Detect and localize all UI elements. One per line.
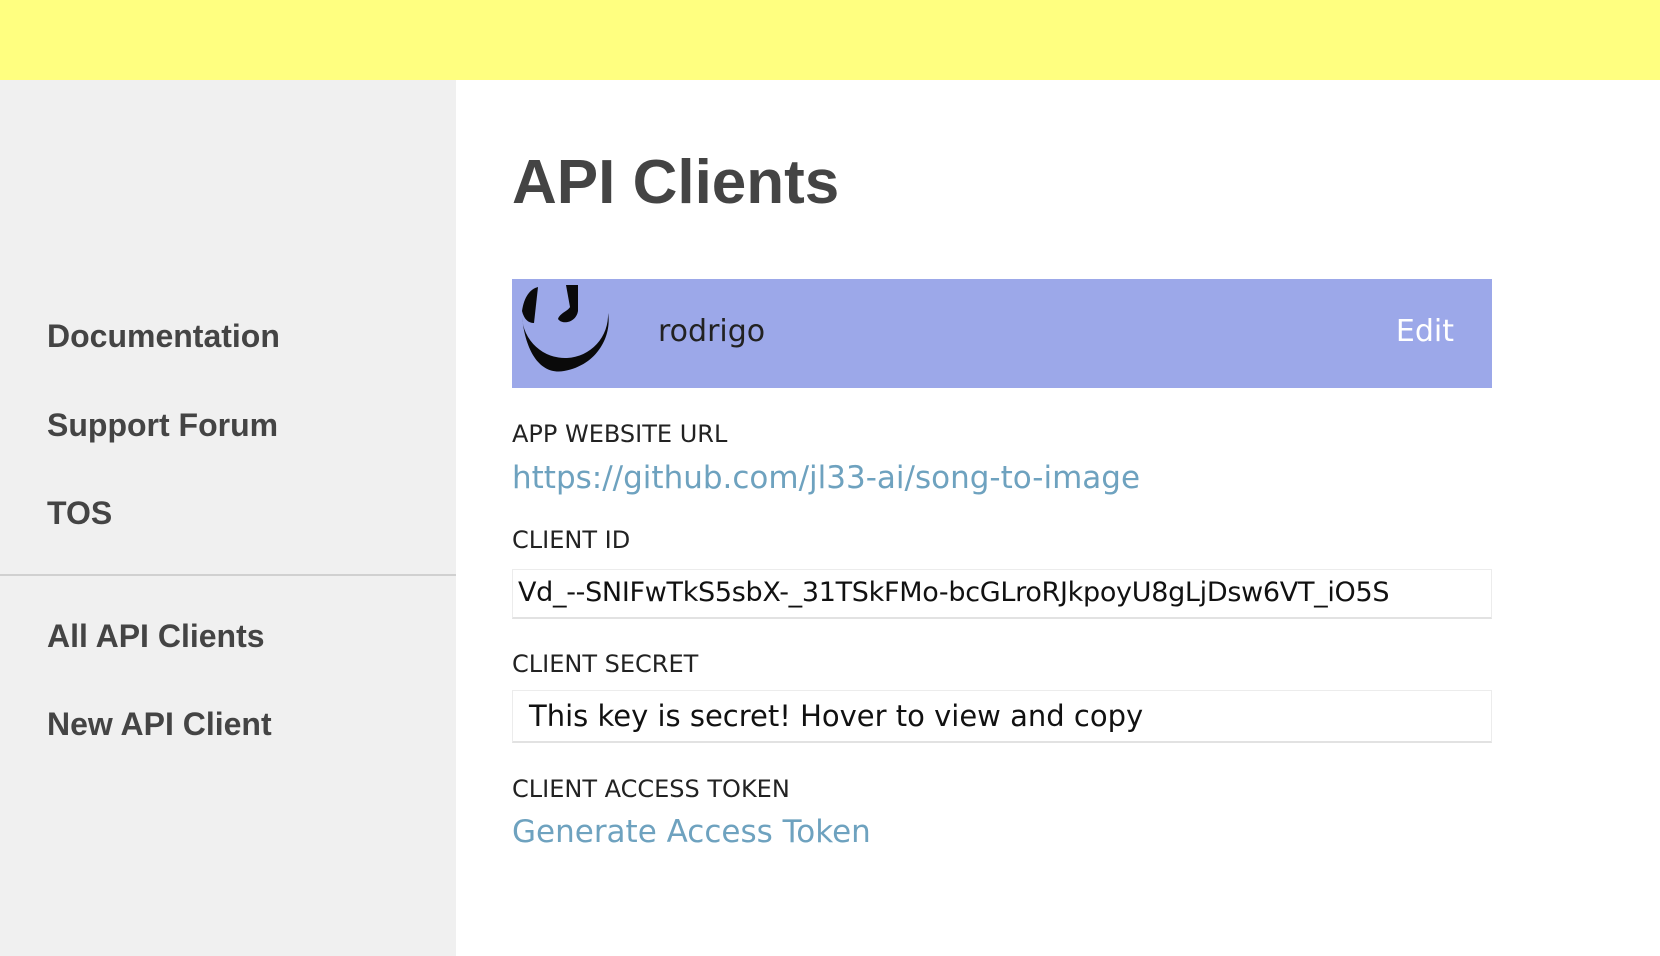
- genius-logo-icon: [522, 285, 609, 372]
- app-website-url-link[interactable]: https://github.com/jl33-ai/song-to-image: [512, 458, 1140, 498]
- client-secret-label: CLIENT SECRET: [512, 650, 699, 678]
- top-banner: [0, 0, 1660, 80]
- client-secret-field[interactable]: This key is secret! Hover to view and co…: [512, 690, 1492, 743]
- sidebar-link-support-forum[interactable]: Support Forum: [47, 406, 278, 444]
- sidebar-link-documentation[interactable]: Documentation: [47, 317, 280, 355]
- sidebar-link-all-api-clients[interactable]: All API Clients: [47, 617, 265, 655]
- client-access-token-label: CLIENT ACCESS TOKEN: [512, 775, 790, 803]
- client-id-value[interactable]: Vd_--SNIFwTkS5sbX-_31TSkFMo-bcGLroRJkpoy…: [512, 569, 1492, 619]
- sidebar: Documentation Support Forum TOS All API …: [0, 80, 456, 956]
- app-website-url-label: APP WEBSITE URL: [512, 420, 728, 448]
- page-title: API Clients: [512, 148, 840, 217]
- sidebar-link-tos[interactable]: TOS: [47, 494, 112, 532]
- main-content: API Clients rodrigo Edit APP WEBSITE URL…: [456, 80, 1660, 956]
- client-card-header: rodrigo Edit: [512, 279, 1492, 388]
- client-name: rodrigo: [658, 314, 766, 349]
- client-id-label: CLIENT ID: [512, 526, 631, 554]
- generate-access-token-link[interactable]: Generate Access Token: [512, 812, 871, 852]
- edit-client-link[interactable]: Edit: [1396, 313, 1454, 351]
- sidebar-link-new-api-client[interactable]: New API Client: [47, 705, 272, 743]
- sidebar-docs-group: Documentation Support Forum TOS: [0, 80, 456, 576]
